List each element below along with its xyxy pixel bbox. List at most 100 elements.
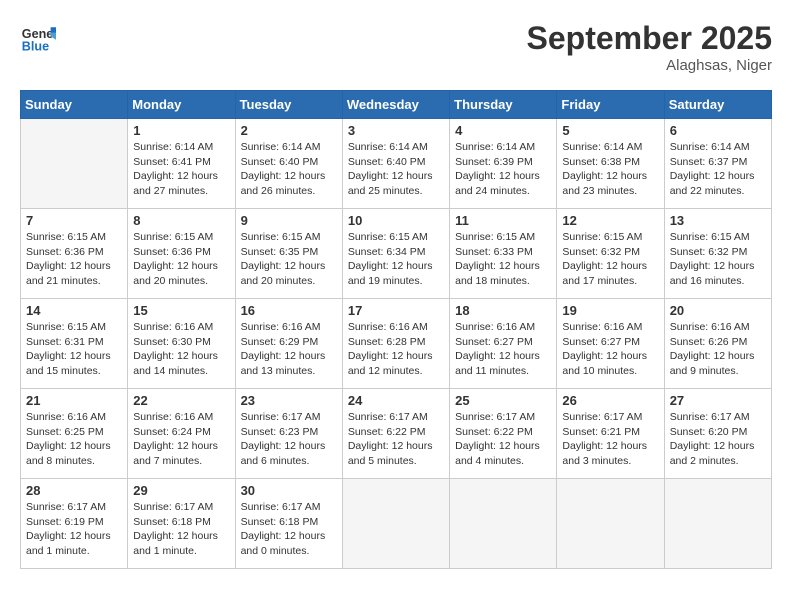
calendar-header-row: SundayMondayTuesdayWednesdayThursdayFrid… bbox=[21, 91, 772, 119]
svg-text:Blue: Blue bbox=[22, 40, 49, 54]
calendar-cell: 5 Sunrise: 6:14 AMSunset: 6:38 PMDaylight… bbox=[557, 119, 664, 209]
day-info: Sunrise: 6:14 AMSunset: 6:38 PMDaylight:… bbox=[562, 140, 658, 199]
calendar-week-row: 14 Sunrise: 6:15 AMSunset: 6:31 PMDayligh… bbox=[21, 299, 772, 389]
day-number: 3 bbox=[348, 123, 444, 138]
calendar-cell: 9 Sunrise: 6:15 AMSunset: 6:35 PMDaylight… bbox=[235, 209, 342, 299]
day-info: Sunrise: 6:15 AMSunset: 6:35 PMDaylight:… bbox=[241, 230, 337, 289]
day-info: Sunrise: 6:16 AMSunset: 6:27 PMDaylight:… bbox=[455, 320, 551, 379]
calendar-cell: 24Sunrise: 6:17 AMSunset: 6:22 PMDayligh… bbox=[342, 389, 449, 479]
calendar-cell: 19Sunrise: 6:16 AMSunset: 6:27 PMDayligh… bbox=[557, 299, 664, 389]
day-info: Sunrise: 6:17 AMSunset: 6:19 PMDaylight:… bbox=[26, 500, 122, 559]
day-info: Sunrise: 6:16 AMSunset: 6:30 PMDaylight:… bbox=[133, 320, 229, 379]
day-info: Sunrise: 6:14 AMSunset: 6:39 PMDaylight:… bbox=[455, 140, 551, 199]
calendar-cell: 8Sunrise: 6:15 AMSunset: 6:36 PMDaylight… bbox=[128, 209, 235, 299]
day-info: Sunrise: 6:15 AMSunset: 6:32 PMDaylight:… bbox=[562, 230, 658, 289]
calendar-cell bbox=[342, 479, 449, 569]
day-info: Sunrise: 6:15 AMSunset: 6:36 PMDaylight:… bbox=[26, 230, 122, 289]
page-header: General Blue September 2025 Alaghsas, Ni… bbox=[20, 20, 772, 74]
day-info: Sunrise: 6:15 AMSunset: 6:31 PMDaylight:… bbox=[26, 320, 122, 379]
calendar-cell: 25Sunrise: 6:17 AMSunset: 6:22 PMDayligh… bbox=[450, 389, 557, 479]
day-info: Sunrise: 6:15 AMSunset: 6:33 PMDaylight:… bbox=[455, 230, 551, 289]
calendar-week-row: 21Sunrise: 6:16 AMSunset: 6:25 PMDayligh… bbox=[21, 389, 772, 479]
day-info: Sunrise: 6:14 AMSunset: 6:41 PMDaylight:… bbox=[133, 140, 229, 199]
calendar-cell: 14 Sunrise: 6:15 AMSunset: 6:31 PMDayligh… bbox=[21, 299, 128, 389]
calendar-cell: 7 Sunrise: 6:15 AMSunset: 6:36 PMDaylight… bbox=[21, 209, 128, 299]
calendar-week-row: 28 Sunrise: 6:17 AMSunset: 6:19 PMDayligh… bbox=[21, 479, 772, 569]
day-number: 28 bbox=[26, 483, 122, 498]
day-of-week-header: Saturday bbox=[664, 91, 771, 119]
day-info: Sunrise: 6:16 AMSunset: 6:29 PMDaylight:… bbox=[241, 320, 337, 379]
day-info: Sunrise: 6:16 AMSunset: 6:28 PMDaylight:… bbox=[348, 320, 444, 379]
calendar-cell: 29 Sunrise: 6:17 AMSunset: 6:18 PMDayligh… bbox=[128, 479, 235, 569]
day-info: Sunrise: 6:14 AMSunset: 6:37 PMDaylight:… bbox=[670, 140, 766, 199]
day-number: 12 bbox=[562, 213, 658, 228]
day-of-week-header: Sunday bbox=[21, 91, 128, 119]
day-info: Sunrise: 6:17 AMSunset: 6:18 PMDaylight:… bbox=[133, 500, 229, 559]
day-of-week-header: Thursday bbox=[450, 91, 557, 119]
day-number: 19 bbox=[562, 303, 658, 318]
calendar-cell: 12 Sunrise: 6:15 AMSunset: 6:32 PMDayligh… bbox=[557, 209, 664, 299]
day-number: 5 bbox=[562, 123, 658, 138]
calendar-cell bbox=[557, 479, 664, 569]
day-number: 11 bbox=[455, 213, 551, 228]
calendar-cell: 4 Sunrise: 6:14 AMSunset: 6:39 PMDaylight… bbox=[450, 119, 557, 209]
day-number: 13 bbox=[670, 213, 766, 228]
logo: General Blue bbox=[20, 20, 56, 56]
day-info: Sunrise: 6:16 AMSunset: 6:26 PMDaylight:… bbox=[670, 320, 766, 379]
day-of-week-header: Friday bbox=[557, 91, 664, 119]
calendar-table: SundayMondayTuesdayWednesdayThursdayFrid… bbox=[20, 90, 772, 569]
day-of-week-header: Monday bbox=[128, 91, 235, 119]
day-number: 30 bbox=[241, 483, 337, 498]
calendar-cell: 13Sunrise: 6:15 AMSunset: 6:32 PMDayligh… bbox=[664, 209, 771, 299]
calendar-body: 1 Sunrise: 6:14 AMSunset: 6:41 PMDaylight… bbox=[21, 119, 772, 569]
day-number: 29 bbox=[133, 483, 229, 498]
day-number: 1 bbox=[133, 123, 229, 138]
calendar-cell: 15 Sunrise: 6:16 AMSunset: 6:30 PMDayligh… bbox=[128, 299, 235, 389]
day-number: 25 bbox=[455, 393, 551, 408]
calendar-cell: 17 Sunrise: 6:16 AMSunset: 6:28 PMDayligh… bbox=[342, 299, 449, 389]
calendar-cell: 10 Sunrise: 6:15 AMSunset: 6:34 PMDayligh… bbox=[342, 209, 449, 299]
day-number: 23 bbox=[241, 393, 337, 408]
day-number: 10 bbox=[348, 213, 444, 228]
calendar-cell: 20Sunrise: 6:16 AMSunset: 6:26 PMDayligh… bbox=[664, 299, 771, 389]
day-info: Sunrise: 6:15 AMSunset: 6:36 PMDaylight:… bbox=[133, 230, 229, 289]
day-number: 9 bbox=[241, 213, 337, 228]
calendar-cell: 21Sunrise: 6:16 AMSunset: 6:25 PMDayligh… bbox=[21, 389, 128, 479]
logo-icon: General Blue bbox=[20, 20, 56, 56]
day-info: Sunrise: 6:17 AMSunset: 6:23 PMDaylight:… bbox=[241, 410, 337, 469]
day-number: 26 bbox=[562, 393, 658, 408]
calendar-cell: 26Sunrise: 6:17 AMSunset: 6:21 PMDayligh… bbox=[557, 389, 664, 479]
calendar-week-row: 1 Sunrise: 6:14 AMSunset: 6:41 PMDaylight… bbox=[21, 119, 772, 209]
location: Alaghsas, Niger bbox=[527, 57, 772, 74]
day-number: 17 bbox=[348, 303, 444, 318]
day-of-week-header: Tuesday bbox=[235, 91, 342, 119]
day-number: 24 bbox=[348, 393, 444, 408]
day-info: Sunrise: 6:17 AMSunset: 6:18 PMDaylight:… bbox=[241, 500, 337, 559]
day-number: 27 bbox=[670, 393, 766, 408]
day-number: 15 bbox=[133, 303, 229, 318]
day-number: 18 bbox=[455, 303, 551, 318]
calendar-cell bbox=[21, 119, 128, 209]
day-of-week-header: Wednesday bbox=[342, 91, 449, 119]
calendar-cell: 30 Sunrise: 6:17 AMSunset: 6:18 PMDayligh… bbox=[235, 479, 342, 569]
day-number: 4 bbox=[455, 123, 551, 138]
calendar-cell: 23 Sunrise: 6:17 AMSunset: 6:23 PMDayligh… bbox=[235, 389, 342, 479]
calendar-cell: 28 Sunrise: 6:17 AMSunset: 6:19 PMDayligh… bbox=[21, 479, 128, 569]
calendar-cell: 3Sunrise: 6:14 AMSunset: 6:40 PMDaylight… bbox=[342, 119, 449, 209]
calendar-cell: 22Sunrise: 6:16 AMSunset: 6:24 PMDayligh… bbox=[128, 389, 235, 479]
calendar-cell bbox=[664, 479, 771, 569]
day-number: 14 bbox=[26, 303, 122, 318]
day-number: 2 bbox=[241, 123, 337, 138]
day-number: 7 bbox=[26, 213, 122, 228]
day-number: 6 bbox=[670, 123, 766, 138]
day-info: Sunrise: 6:16 AMSunset: 6:25 PMDaylight:… bbox=[26, 410, 122, 469]
calendar-cell: 18 Sunrise: 6:16 AMSunset: 6:27 PMDayligh… bbox=[450, 299, 557, 389]
day-number: 22 bbox=[133, 393, 229, 408]
calendar-cell bbox=[450, 479, 557, 569]
day-info: Sunrise: 6:15 AMSunset: 6:34 PMDaylight:… bbox=[348, 230, 444, 289]
day-number: 16 bbox=[241, 303, 337, 318]
day-info: Sunrise: 6:14 AMSunset: 6:40 PMDaylight:… bbox=[241, 140, 337, 199]
calendar-cell: 2 Sunrise: 6:14 AMSunset: 6:40 PMDaylight… bbox=[235, 119, 342, 209]
title-block: September 2025 Alaghsas, Niger bbox=[527, 20, 772, 74]
day-info: Sunrise: 6:17 AMSunset: 6:20 PMDaylight:… bbox=[670, 410, 766, 469]
